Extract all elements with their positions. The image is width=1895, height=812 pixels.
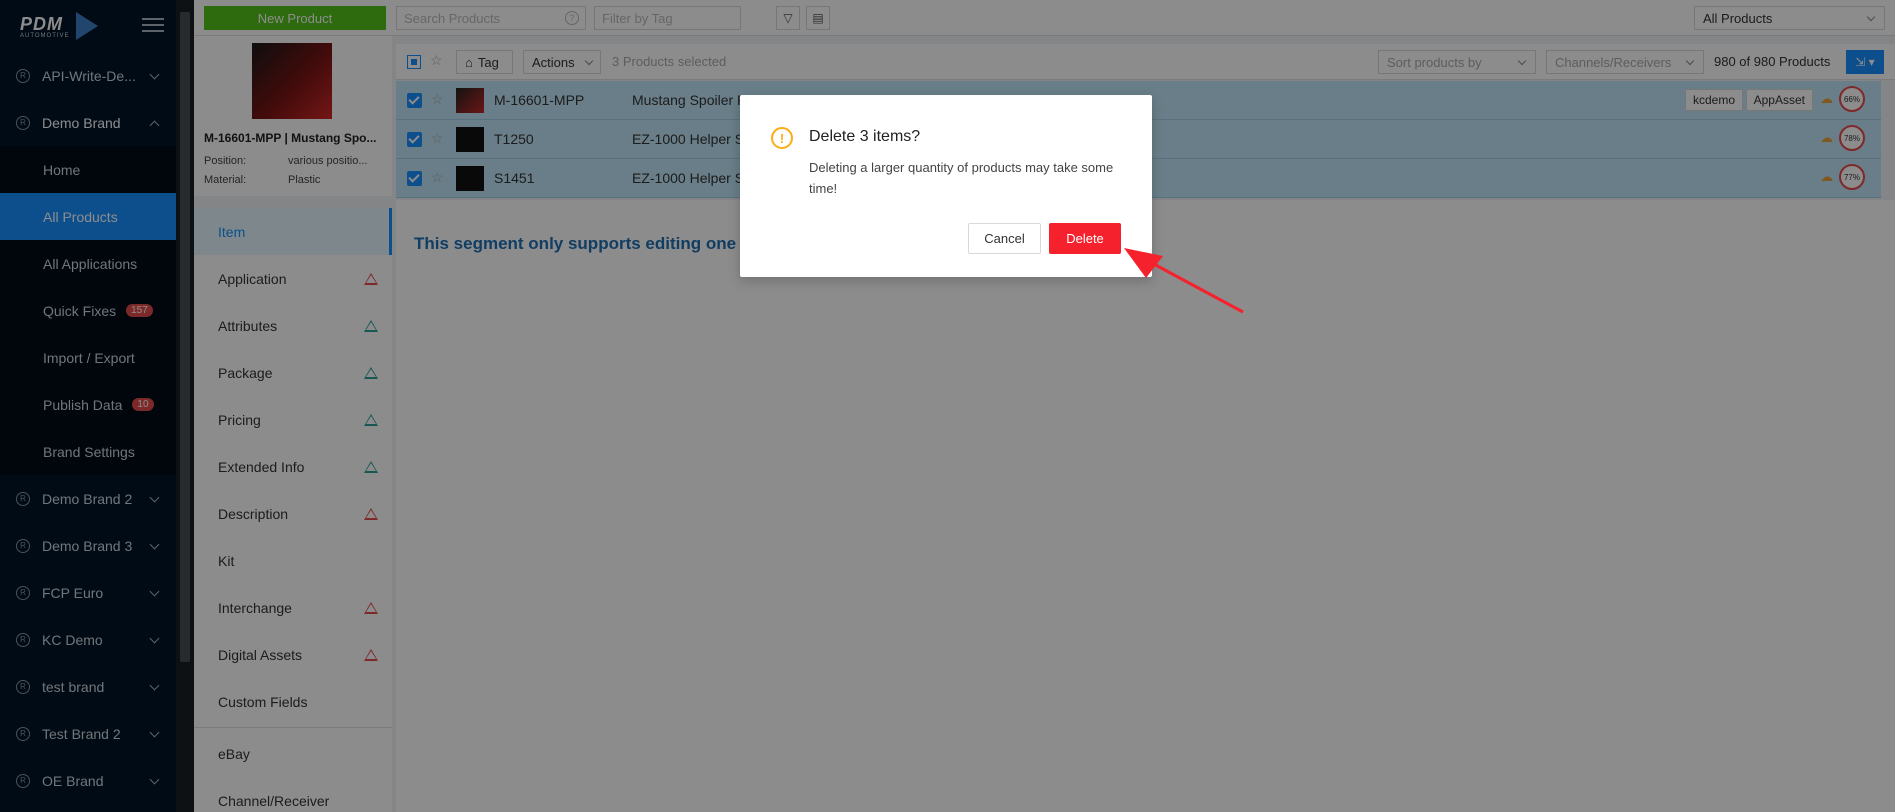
annotation-arrow-icon — [1124, 248, 1244, 314]
